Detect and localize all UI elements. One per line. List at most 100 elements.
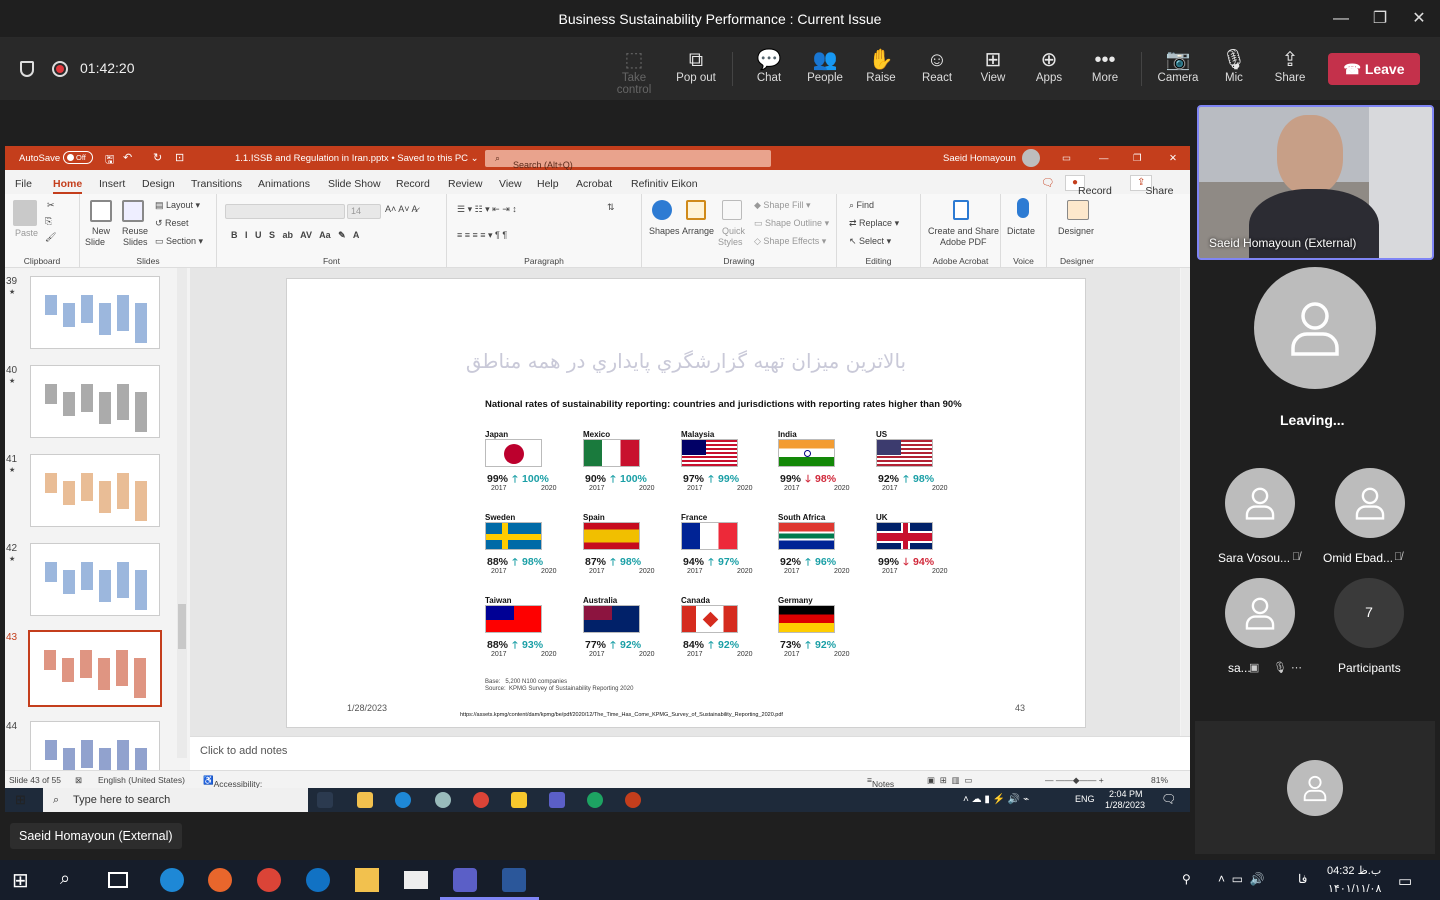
toolbar-chat-button[interactable]: 💬 Chat	[739, 48, 799, 84]
toolbar-view-button[interactable]: ⊞ View	[963, 48, 1023, 84]
styles-label[interactable]: Styles	[718, 237, 743, 247]
tab-refinitiv-eikon[interactable]: Refinitiv Eikon	[631, 178, 698, 190]
slide-thumbnail[interactable]	[28, 630, 162, 707]
format-painter-icon[interactable]: 🖌	[45, 232, 56, 243]
ppt-search-input[interactable]: ⌕ Search (Alt+Q)	[485, 150, 771, 170]
autosave-toggle[interactable]: Off	[63, 151, 93, 164]
slide-scrollbar[interactable]	[1181, 268, 1190, 736]
shape-outline[interactable]: ▭ Shape Outline ▾	[754, 218, 829, 229]
tab-home[interactable]: Home	[53, 178, 83, 194]
edge-icon[interactable]	[306, 868, 330, 892]
font-name-select[interactable]	[225, 204, 345, 219]
os-language[interactable]: فا	[1298, 872, 1307, 886]
select-button[interactable]: ↖ Select ▾	[849, 236, 891, 247]
toolbar-apps-button[interactable]: ⊕ Apps	[1019, 48, 1079, 84]
more-options-icon[interactable]: ⋯	[1291, 661, 1302, 674]
section-button[interactable]: ▭ Section ▾	[155, 236, 203, 247]
layout-button[interactable]: ▤ Layout ▾	[155, 200, 200, 211]
paste-icon[interactable]	[13, 200, 37, 226]
people-icon[interactable]: ⚲	[1182, 872, 1191, 886]
self-view-tile[interactable]	[1195, 721, 1435, 854]
tab-design[interactable]: Design	[142, 178, 175, 190]
toolbar-people-button[interactable]: 👥 People	[795, 48, 855, 84]
comments-icon[interactable]: 🗨	[1041, 176, 1054, 189]
new-slide-icon[interactable]	[90, 200, 112, 222]
zoom-slider[interactable]: — ——◆—— +	[1045, 775, 1104, 786]
slide-url[interactable]: https://assets.kpmg/content/dam/kpmg/be/…	[460, 712, 783, 718]
present-icon[interactable]: ⊡	[175, 151, 184, 164]
tab-acrobat[interactable]: Acrobat	[576, 178, 612, 190]
scrollbar-thumb[interactable]	[178, 604, 186, 649]
quick-label[interactable]: Quick	[722, 226, 745, 236]
tab-record[interactable]: Record	[396, 178, 430, 190]
close-button[interactable]: ✕	[1408, 8, 1430, 30]
shape-fill[interactable]: ◆ Shape Fill ▾	[754, 200, 810, 211]
notes-pane[interactable]: Click to add notes	[190, 736, 1190, 770]
cut-icon[interactable]: ✂	[47, 200, 55, 211]
quick-styles-icon[interactable]	[722, 200, 742, 220]
notification-icon[interactable]: ▭	[1398, 872, 1412, 890]
chrome-icon[interactable]	[257, 868, 281, 892]
toolbar-take-control-button[interactable]: ⬚ Take control	[604, 48, 664, 96]
current-slide[interactable]: بالاترين ميزان تهيه گزارشگري پايداري در …	[286, 278, 1086, 728]
tab-animations[interactable]: Animations	[258, 178, 310, 190]
microphone-icon[interactable]	[1017, 198, 1029, 218]
accessibility-status[interactable]: ♿ Accessibility: Investigate	[203, 775, 262, 799]
record-button[interactable]: ● Record	[1065, 175, 1112, 197]
tab-view[interactable]: View	[499, 178, 522, 190]
toolbar-more-button[interactable]: ••• More	[1075, 48, 1135, 84]
designer-button-label[interactable]: Designer	[1058, 226, 1094, 236]
new-slide-label[interactable]: New	[92, 226, 110, 236]
create-share-label[interactable]: Create and Share	[928, 226, 999, 236]
tab-file[interactable]: File	[15, 178, 32, 190]
minimize-button[interactable]: —	[1330, 8, 1352, 30]
participant-avatar[interactable]	[1225, 468, 1295, 538]
toolbar-pop-out-button[interactable]: ⧉ Pop out	[666, 48, 726, 84]
arrange-label[interactable]: Arrange	[682, 226, 714, 236]
leave-button[interactable]: ☎ Leave	[1328, 53, 1420, 85]
toolbar-react-button[interactable]: ☺ React	[907, 48, 967, 84]
file-explorer-icon[interactable]	[355, 868, 379, 892]
slide-thumbnail[interactable]	[30, 276, 160, 349]
toolbar-mic-button[interactable]: 🎙 Mic	[1204, 48, 1264, 84]
text-direction-icon[interactable]: ⇅	[607, 202, 615, 213]
ie-icon[interactable]	[160, 868, 184, 892]
share-button[interactable]: ⇪ Share	[1130, 175, 1173, 197]
shapes-icon[interactable]	[652, 200, 672, 220]
tab-insert[interactable]: Insert	[99, 178, 125, 190]
shapes-label[interactable]: Shapes	[649, 226, 680, 236]
new-slide-label2[interactable]: Slide	[85, 237, 105, 247]
language-status[interactable]: English (United States)	[98, 775, 185, 785]
redo-icon[interactable]: ↻	[153, 151, 162, 164]
paste-label[interactable]: Paste	[15, 228, 38, 238]
copy-icon[interactable]: ⎘	[45, 216, 52, 227]
arrange-icon[interactable]	[686, 200, 706, 220]
participant-avatar[interactable]	[1225, 578, 1295, 648]
toolbar-share-button[interactable]: ⇪ Share	[1260, 48, 1320, 84]
teams-icon[interactable]	[453, 868, 477, 892]
reuse-label2[interactable]: Slides	[123, 237, 148, 247]
ppt-maximize-icon[interactable]: ❐	[1133, 153, 1142, 164]
notes-toggle[interactable]: ≡ Notes	[867, 775, 894, 789]
tab-review[interactable]: Review	[448, 178, 482, 190]
participants-label[interactable]: Participants	[1338, 661, 1401, 675]
search-icon[interactable]: ⌕	[60, 868, 84, 892]
reset-button[interactable]: ↺ Reset	[155, 218, 189, 229]
tab-help[interactable]: Help	[537, 178, 559, 190]
windows-start-icon[interactable]: ⊞	[12, 868, 36, 892]
align-buttons[interactable]: ≡ ≡ ≡ ≡ ▾ ¶ ¶	[457, 230, 507, 241]
tray-icons[interactable]: ˄ ▭ 🔊	[1218, 872, 1265, 886]
zoom-level[interactable]: 81%	[1151, 775, 1168, 785]
participants-count-avatar[interactable]: 7	[1334, 578, 1404, 648]
mail-icon[interactable]	[404, 871, 428, 889]
find-button[interactable]: ⌕ Find	[849, 200, 874, 211]
os-time[interactable]: 04:32 ب.ظ	[1327, 864, 1381, 877]
shape-effects[interactable]: ◇ Shape Effects ▾	[754, 236, 826, 247]
video-tile[interactable]: Saeid Homayoun (External)	[1197, 105, 1434, 260]
save-icon[interactable]: 🖫	[105, 151, 114, 170]
os-date[interactable]: ۱۴۰۱/۱۱/۰۸	[1328, 882, 1381, 895]
reuse-slides-icon[interactable]	[122, 200, 144, 222]
task-view-icon[interactable]	[108, 872, 128, 888]
font-size-select[interactable]: 14	[347, 204, 381, 219]
firefox-icon[interactable]	[208, 868, 232, 892]
